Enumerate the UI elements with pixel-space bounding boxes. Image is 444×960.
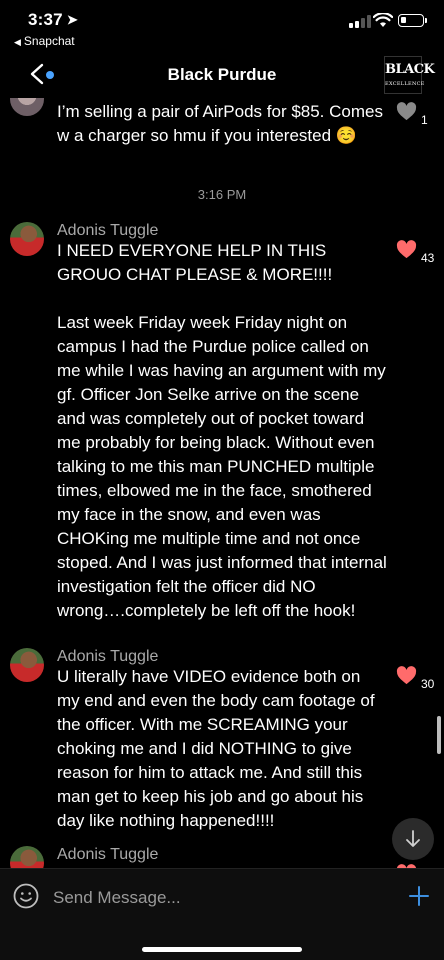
- plus-icon[interactable]: [407, 884, 431, 908]
- heart-icon: [396, 102, 417, 121]
- wifi-icon: [373, 13, 393, 27]
- like-button[interactable]: 1: [396, 102, 440, 127]
- group-logo-line2: EXCELLENCE: [385, 81, 425, 87]
- message-text: I’m selling a pair of AirPods for $85. C…: [57, 102, 388, 145]
- battery-icon: [398, 14, 427, 27]
- cellular-signal-icon: [349, 14, 371, 28]
- message-feed[interactable]: I’m selling a pair of AirPods for $85. C…: [0, 98, 444, 868]
- arrow-down-icon: [406, 830, 420, 847]
- like-count: 30: [421, 677, 435, 691]
- status-time-text: 3:37: [28, 10, 63, 29]
- like-button[interactable]: 30: [396, 666, 440, 691]
- timestamp: 3:16 PM: [197, 187, 247, 202]
- avatar[interactable]: [10, 222, 44, 256]
- avatar[interactable]: [10, 846, 44, 868]
- like-count: 43: [421, 251, 435, 265]
- back-app-label: Snapchat: [23, 34, 75, 48]
- message-composer: [0, 868, 444, 960]
- message-text: U literally have VIDEO evidence both on …: [57, 667, 380, 830]
- avatar[interactable]: [10, 98, 44, 116]
- group-avatar[interactable]: BLACK EXCELLENCE: [384, 56, 435, 94]
- like-count: 1: [421, 113, 428, 127]
- message-text: I NEED EVERYONE HELP IN THIS GROUO CHAT …: [57, 241, 387, 620]
- location-arrow-icon: ➤: [66, 12, 78, 27]
- battery-level: [401, 17, 406, 23]
- sender-name: Adonis Tuggle: [57, 846, 159, 863]
- status-time: 3:37 ➤: [28, 10, 78, 30]
- back-to-app-link[interactable]: ◀ Snapchat: [14, 34, 75, 48]
- group-logo-line1: BLACK: [385, 62, 435, 77]
- heart-icon: [396, 240, 417, 259]
- sender-name: Adonis Tuggle: [57, 648, 159, 665]
- like-button[interactable]: 43: [396, 240, 440, 265]
- sender-name: Adonis Tuggle: [57, 222, 159, 239]
- status-bar: 3:37 ➤ ◀ Snapchat: [0, 0, 444, 52]
- smiley-icon[interactable]: [13, 883, 39, 909]
- avatar[interactable]: [10, 648, 44, 682]
- back-triangle-icon: ◀: [14, 37, 21, 47]
- home-indicator[interactable]: [142, 947, 302, 952]
- send-message-input[interactable]: [53, 887, 373, 909]
- chat-header: Black Purdue BLACK EXCELLENCE: [0, 52, 444, 98]
- heart-icon: [396, 666, 417, 685]
- scroll-to-bottom-button[interactable]: [392, 818, 434, 860]
- chat-title[interactable]: Black Purdue: [0, 65, 444, 85]
- scrollbar[interactable]: [437, 716, 441, 754]
